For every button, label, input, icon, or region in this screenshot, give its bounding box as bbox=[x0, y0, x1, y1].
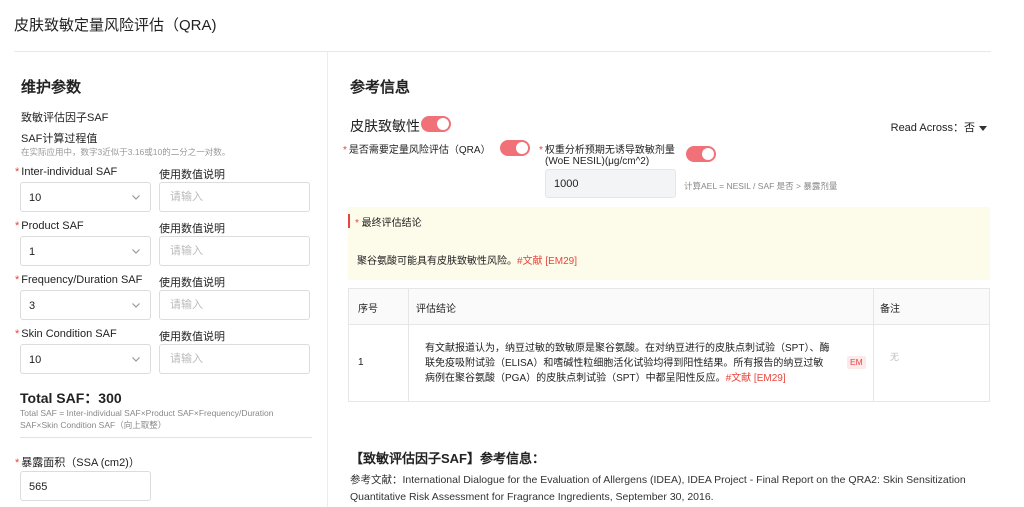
divider bbox=[20, 437, 312, 438]
chevron-down-icon bbox=[132, 357, 140, 362]
page-header: 皮肤致敏定量风险评估（QRA) bbox=[0, 0, 1024, 48]
page-title: 皮肤致敏定量风险评估（QRA) bbox=[14, 17, 217, 34]
chevron-down-icon bbox=[132, 303, 140, 308]
conclusion-text: 聚谷氨酸可能具有皮肤致敏性风险。#文献 [EM29] bbox=[357, 256, 578, 267]
ssa-input[interactable]: 565 bbox=[20, 471, 151, 501]
conclusion-ref-link[interactable]: #文献 [EM29] bbox=[517, 256, 577, 267]
frequency-duration-saf-select[interactable]: 3 bbox=[20, 290, 151, 320]
inter-individual-saf-select[interactable]: 10 bbox=[20, 182, 151, 212]
conclusion-accent-bar bbox=[348, 214, 350, 228]
calc-hint: 在实际应用中，数字3近似于3.16或10的二分之一对数。 bbox=[21, 147, 231, 157]
row-conclusion-text: 有文献报道认为，纳豆过敏的致敏原是聚谷氨酸。在对纳豆进行的皮肤点刺试验（SPT）… bbox=[425, 343, 830, 384]
skin-condition-saf-select[interactable]: 10 bbox=[20, 344, 151, 374]
woe-nesil-unit: (WoE NESIL)(μg/cm^2) bbox=[545, 156, 650, 167]
woe-nesil-input[interactable]: 1000 bbox=[545, 169, 676, 198]
ael-note: 计算AEL = NESIL / SAF 是否 > 暴露剂量 bbox=[684, 181, 838, 191]
saf-reference-body: 参考文献：International Dialogue for the Eval… bbox=[350, 474, 966, 503]
read-across-label: Read Across： bbox=[890, 122, 964, 134]
em-badge: EM bbox=[847, 356, 866, 369]
product-saf-select[interactable]: 1 bbox=[20, 236, 151, 266]
usage-label: 使用数值说明 bbox=[159, 277, 225, 289]
maintenance-params-panel: 维护参数 致敏评估因子SAF SAF计算过程值 在实际应用中，数字3近似于3.1… bbox=[0, 52, 328, 507]
woe-nesil-label: * 权重分析预期无诱导致敏剂量 bbox=[539, 145, 675, 156]
toggle-knob bbox=[516, 142, 528, 154]
ssa-value: 565 bbox=[29, 481, 48, 493]
toggle-knob bbox=[437, 118, 449, 130]
total-saf-formula: Total SAF = Inter-individual SAF×Product… bbox=[20, 408, 274, 430]
qra-needed-label: * 是否需要定量风险评估（QRA） bbox=[343, 145, 491, 156]
frequency-duration-usage-input[interactable] bbox=[159, 290, 310, 320]
skin-sensitization-label: 皮肤致敏性 bbox=[350, 118, 420, 134]
saf-reference-title: 【致敏评估因子SAF】参考信息： bbox=[350, 451, 546, 466]
woe-nesil-toggle[interactable] bbox=[686, 146, 716, 162]
usage-label: 使用数值说明 bbox=[159, 331, 225, 343]
product-saf-label: * Product SAF bbox=[15, 220, 84, 232]
section-title-reference: 参考信息 bbox=[350, 79, 411, 96]
final-conclusion-box: * 最终评估结论 聚谷氨酸可能具有皮肤致敏性风险。#文献 [EM29] bbox=[348, 207, 990, 280]
caret-down-icon bbox=[979, 125, 987, 131]
header-remark: 备注 bbox=[880, 304, 900, 315]
chevron-down-icon bbox=[132, 249, 140, 254]
qra-needed-toggle[interactable] bbox=[500, 140, 530, 156]
row-ref-link[interactable]: #文献 [EM29] bbox=[726, 373, 786, 384]
conclusion-title: * 最终评估结论 bbox=[355, 218, 422, 229]
column-divider bbox=[408, 289, 409, 401]
total-saf: Total SAF：300 bbox=[20, 390, 122, 406]
ssa-label: * 暴露面积（SSA (cm2)） bbox=[15, 457, 140, 469]
calc-title: SAF计算过程值 bbox=[21, 133, 98, 145]
row-index: 1 bbox=[358, 357, 364, 368]
inter-individual-saf-label: * Inter-individual SAF bbox=[15, 166, 118, 178]
select-value: 3 bbox=[29, 300, 36, 312]
chevron-down-icon bbox=[132, 195, 140, 200]
skin-sensitization-toggle[interactable] bbox=[421, 116, 451, 132]
read-across-value: 否 bbox=[964, 122, 975, 134]
select-value: 1 bbox=[29, 246, 36, 258]
skin-condition-usage-input[interactable] bbox=[159, 344, 310, 374]
factor-title: 致敏评估因子SAF bbox=[21, 112, 109, 124]
inter-individual-usage-input[interactable] bbox=[159, 182, 310, 212]
woe-nesil-value: 1000 bbox=[554, 178, 579, 190]
row-remark: 无 bbox=[890, 352, 900, 362]
frequency-duration-saf-label: * Frequency/Duration SAF bbox=[15, 274, 143, 286]
section-title-maintenance: 维护参数 bbox=[21, 79, 82, 96]
usage-label: 使用数值说明 bbox=[159, 223, 225, 235]
toggle-knob bbox=[702, 148, 714, 160]
column-divider bbox=[873, 289, 874, 401]
reference-info-panel: 参考信息 皮肤致敏性 Read Across：否 * 是否需要定量风险评估（QRA… bbox=[329, 52, 1024, 507]
select-value: 10 bbox=[29, 192, 42, 204]
select-value: 10 bbox=[29, 354, 42, 366]
header-conclusion: 评估结论 bbox=[416, 304, 456, 315]
header-index: 序号 bbox=[358, 304, 378, 315]
usage-label: 使用数值说明 bbox=[159, 169, 225, 181]
skin-condition-saf-label: * Skin Condition SAF bbox=[15, 328, 117, 340]
product-usage-input[interactable] bbox=[159, 236, 310, 266]
read-across-dropdown[interactable]: Read Across：否 bbox=[891, 119, 987, 135]
evaluation-table: 序号 评估结论 备注 1 有文献报道认为，纳豆过敏的致敏原是聚谷氨酸。在对纳豆进… bbox=[348, 288, 990, 402]
